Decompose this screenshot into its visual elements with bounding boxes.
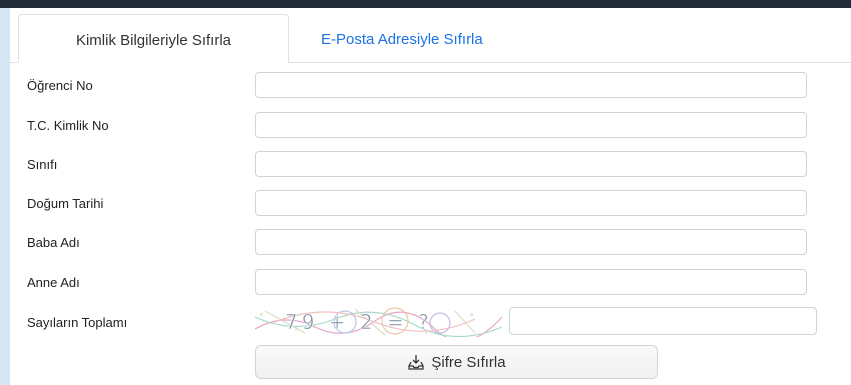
form-row-captcha: Sayıların Toplamı 79 + 2 = ? (10, 307, 851, 339)
tc-no-label: T.C. Kimlik No (27, 118, 109, 133)
form-row-tc-no: T.C. Kimlik No (10, 112, 851, 142)
father-name-label: Baba Adı (27, 235, 80, 250)
form-row-birth-date: Doğum Tarihi (10, 190, 851, 220)
mother-name-input[interactable] (255, 269, 807, 295)
form-row-class: Sınıfı (10, 151, 851, 181)
captcha-text: 79 + 2 = ? (285, 310, 433, 334)
tc-no-input[interactable] (255, 112, 807, 138)
tab-email-reset[interactable]: E-Posta Adresiyle Sıfırla (305, 14, 499, 62)
birth-date-label: Doğum Tarihi (27, 196, 104, 211)
captcha-label: Sayıların Toplamı (27, 315, 128, 330)
captcha-image: 79 + 2 = ? (255, 307, 502, 337)
top-bar (0, 0, 851, 8)
reset-password-button[interactable]: Şifre Sıfırla (255, 345, 658, 379)
class-input[interactable] (255, 151, 807, 177)
class-label: Sınıfı (27, 157, 58, 172)
tab-bar: Kimlik Bilgileriyle Sıfırla E-Posta Adre… (10, 14, 851, 63)
reset-password-label: Şifre Sıfırla (431, 353, 506, 371)
father-name-input[interactable] (255, 229, 807, 255)
mother-name-label: Anne Adı (27, 275, 80, 290)
form-row-student-no: Öğrenci No (10, 72, 851, 102)
student-no-label: Öğrenci No (27, 78, 93, 93)
inbox-download-icon (407, 353, 425, 371)
form-row-father-name: Baba Adı (10, 229, 851, 259)
birth-date-input[interactable] (255, 190, 807, 216)
reset-password-panel: Kimlik Bilgileriyle Sıfırla E-Posta Adre… (10, 8, 851, 385)
student-no-input[interactable] (255, 72, 807, 98)
form-row-mother-name: Anne Adı (10, 269, 851, 299)
tab-identity-reset[interactable]: Kimlik Bilgileriyle Sıfırla (18, 14, 289, 63)
captcha-answer-input[interactable] (509, 307, 817, 335)
